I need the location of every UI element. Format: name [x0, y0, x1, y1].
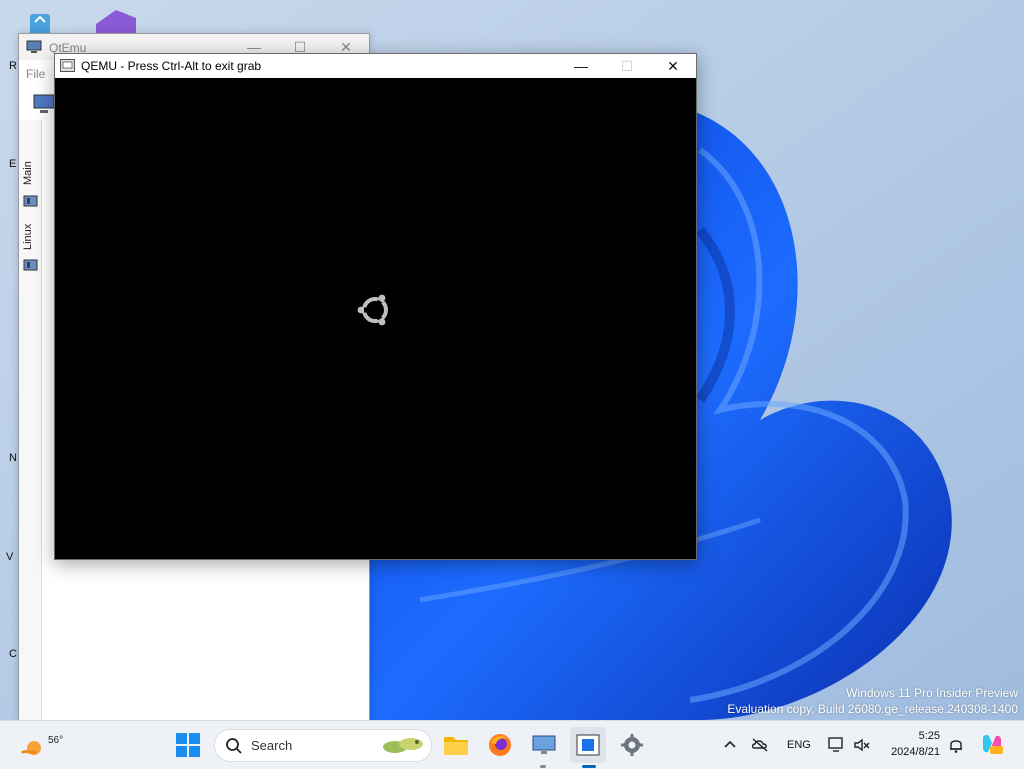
- qemu-app-icon: [60, 59, 75, 72]
- weather-temp: 56°: [48, 735, 64, 746]
- volume-muted-icon[interactable]: [852, 735, 872, 755]
- qtemu-app-icon: [26, 40, 42, 53]
- folder-icon: [444, 737, 468, 755]
- vm-display[interactable]: [55, 78, 696, 559]
- search-placeholder: Search: [251, 738, 293, 753]
- language-indicator[interactable]: ENG: [787, 739, 811, 751]
- search-highlight-icon: [383, 738, 423, 753]
- qemu-minimize-button[interactable]: —: [558, 54, 604, 78]
- settings-button[interactable]: [614, 727, 650, 763]
- qemu-taskbar-button[interactable]: [570, 727, 606, 763]
- watermark-line2: Evaluation copy. Build 26080.ge_release.…: [727, 702, 1018, 716]
- notification-bell-icon[interactable]: [946, 735, 966, 755]
- gear-icon: [621, 734, 643, 756]
- clock-time: 5:25: [918, 730, 940, 742]
- tab-linux[interactable]: Linux: [22, 224, 34, 250]
- file-explorer-button[interactable]: [438, 727, 474, 763]
- watermark-line1: Windows 11 Pro Insider Preview: [846, 686, 1018, 700]
- ubuntu-logo-icon: [357, 294, 388, 326]
- desktop-label-fragment: V: [6, 551, 14, 563]
- search-icon: [226, 738, 242, 754]
- windows-logo-icon: [176, 733, 200, 757]
- qemu-window: QEMU - Press Ctrl-Alt to exit grab — ☐ ✕: [54, 53, 697, 560]
- desktop-label-fragment: N: [9, 452, 17, 464]
- qtemu-tab-strip: Main Linux: [19, 120, 42, 721]
- qemu-app-icon: [576, 734, 600, 756]
- visual-studio-icon[interactable]: [92, 6, 140, 36]
- clock[interactable]: 5:25 2024/8/21: [882, 728, 940, 760]
- vm-icon: [23, 195, 38, 207]
- weather-widget[interactable]: 56°: [16, 727, 63, 763]
- firefox-icon: [489, 734, 511, 756]
- tab-main[interactable]: Main: [22, 161, 34, 185]
- network-icon[interactable]: [827, 735, 847, 755]
- desktop-label-fragment: C: [9, 648, 17, 660]
- clock-date: 2024/8/21: [891, 746, 940, 758]
- qemu-close-button[interactable]: ✕: [650, 54, 696, 78]
- qemu-title: QEMU - Press Ctrl-Alt to exit grab: [81, 59, 262, 73]
- qemu-maximize-button[interactable]: ☐: [604, 54, 650, 78]
- desktop-label-fragment: R: [9, 60, 17, 72]
- vm-icon: [23, 259, 38, 271]
- weather-icon: [20, 741, 41, 755]
- remote-desktop-button[interactable]: [526, 727, 562, 763]
- firefox-button[interactable]: [482, 727, 518, 763]
- monitor-icon: [532, 735, 556, 754]
- search-input[interactable]: Search: [214, 729, 432, 762]
- copilot-icon[interactable]: [980, 732, 1004, 756]
- taskbar: 56° Search ENG 5:25 2024/8/21: [0, 720, 1024, 769]
- menu-file[interactable]: File: [26, 67, 45, 81]
- chevron-up-icon[interactable]: [720, 735, 740, 755]
- qemu-titlebar[interactable]: QEMU - Press Ctrl-Alt to exit grab — ☐ ✕: [55, 54, 696, 78]
- desktop-label-fragment: E: [9, 158, 17, 170]
- onedrive-offline-icon[interactable]: [750, 735, 770, 755]
- start-button[interactable]: [170, 727, 206, 763]
